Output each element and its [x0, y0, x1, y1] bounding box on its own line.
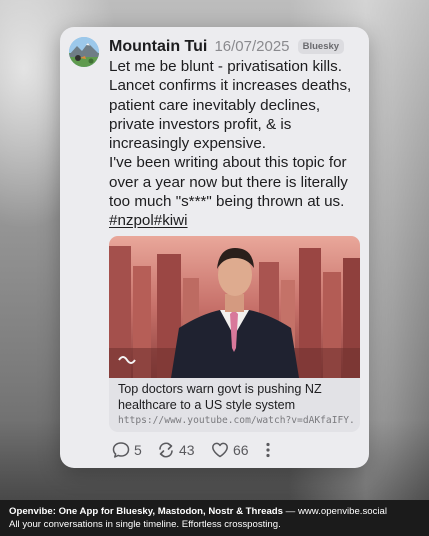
footer-brand-text: Openvibe: One App for Bluesky, Mastodon,…	[9, 506, 283, 517]
hashtag-link[interactable]: #kiwi	[154, 212, 188, 229]
like-button[interactable]: 66	[211, 439, 249, 461]
reply-button[interactable]: 5	[112, 439, 142, 461]
post-text-paragraph: I've been writing about this topic for o…	[109, 154, 348, 211]
more-vertical-icon	[266, 442, 270, 458]
like-count: 66	[233, 442, 249, 458]
network-badge: Bluesky	[297, 39, 345, 54]
link-preview-url[interactable]: https://www.youtube.com/watch?v=dAKfaIFY…	[118, 415, 353, 426]
promo-footer: Openvibe: One App for Bluesky, Mastodon,…	[0, 500, 429, 536]
link-thumbnail[interactable]	[109, 236, 360, 378]
heart-icon	[212, 442, 228, 458]
post-body: Let me be blunt - privatisation kills. L…	[109, 57, 359, 231]
link-preview-title[interactable]: Top doctors warn govt is pushing NZ heal…	[118, 382, 353, 413]
avatar[interactable]	[69, 37, 99, 67]
hashtag-link[interactable]: #nzpol	[109, 212, 154, 229]
reply-count: 5	[134, 442, 142, 458]
footer-brand-line: Openvibe: One App for Bluesky, Mastodon,…	[9, 506, 387, 517]
hashtag-row: #nzpol#kiwi	[109, 211, 359, 230]
post-text-line: patient care inevitably declines,	[109, 96, 321, 114]
post-actions: 5 43 66	[109, 439, 309, 461]
post-text-line: Lancet confirms it increases deaths,	[109, 77, 352, 95]
avatar-icon	[69, 37, 99, 67]
post-text-line: private investors profit, & is	[109, 115, 292, 133]
post-text-line: Let me be blunt - privatisation kills.	[109, 58, 342, 75]
author-name[interactable]: Mountain Tui	[109, 38, 207, 56]
video-thumbnail-icon	[109, 236, 360, 378]
footer-separator: —	[285, 506, 296, 517]
post-date: 16/07/2025	[214, 38, 290, 55]
footer-tagline: All your conversations in single timelin…	[9, 519, 281, 530]
more-options-button[interactable]	[264, 439, 272, 461]
post-text-line: increasingly expensive.	[109, 135, 267, 153]
reply-icon	[112, 442, 130, 458]
repost-icon	[159, 442, 173, 458]
repost-button[interactable]: 43	[157, 439, 195, 461]
link-preview-card[interactable]: Top doctors warn govt is pushing NZ heal…	[109, 236, 360, 432]
post-header: Mountain Tui 16/07/2025 Bluesky	[109, 36, 364, 56]
footer-website-link[interactable]: www.openvibe.social	[298, 506, 387, 517]
post-card[interactable]: Mountain Tui 16/07/2025 Bluesky Let me b…	[60, 27, 369, 468]
repost-count: 43	[179, 442, 195, 458]
